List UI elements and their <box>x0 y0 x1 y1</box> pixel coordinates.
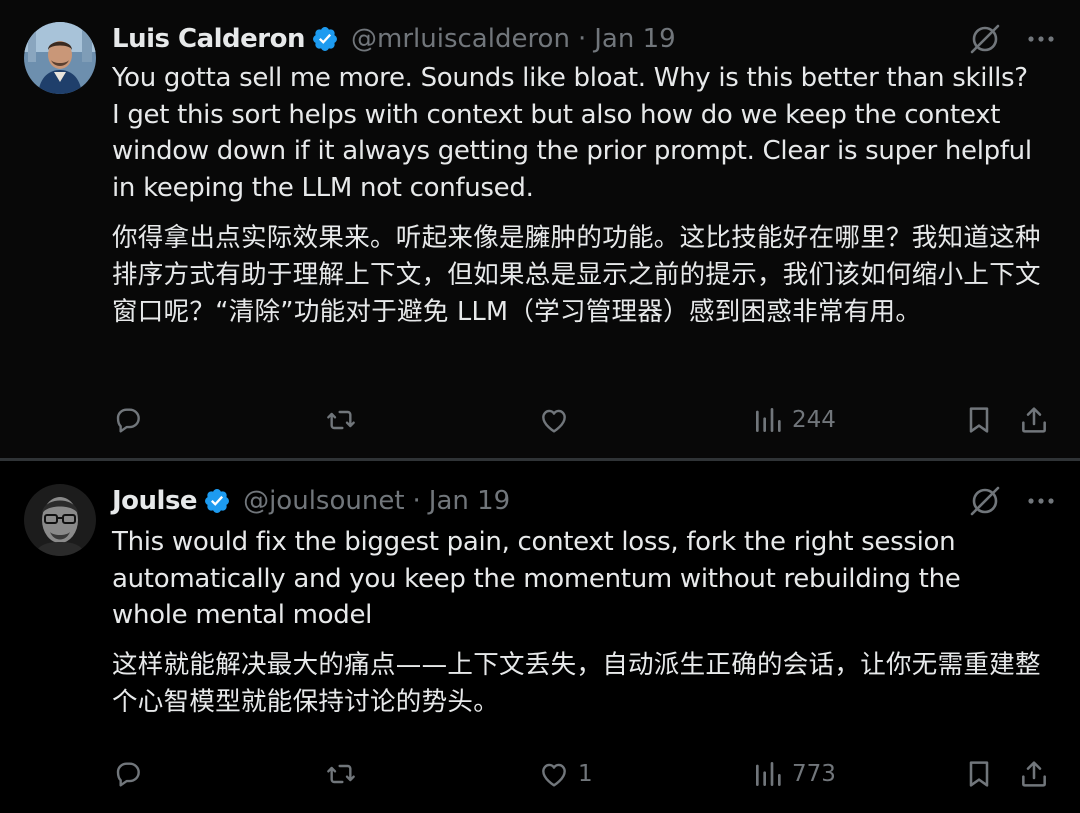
avatar[interactable] <box>24 22 96 94</box>
verified-badge-icon <box>203 487 231 515</box>
views-button[interactable]: 773 <box>752 754 836 794</box>
more-options-icon[interactable] <box>1024 484 1058 518</box>
bookmark-button[interactable] <box>963 754 995 794</box>
separator: · <box>412 486 421 516</box>
author-handle[interactable]: @mrluiscalderon <box>351 24 570 54</box>
bookmark-icon <box>969 407 989 433</box>
tweet-date[interactable]: Jan 19 <box>429 486 510 516</box>
reply-button[interactable] <box>112 754 144 794</box>
heart-icon <box>542 409 566 433</box>
reply-button[interactable] <box>112 400 144 440</box>
avatar[interactable] <box>24 484 96 556</box>
tweet-translation: 你得拿出点实际效果来。听起来像是臃肿的功能。这比技能好在哪里？我知道这种排序方式… <box>112 223 1041 327</box>
tweet-header: Luis Calderon @mrluiscalderon · Jan 19 <box>112 21 1056 57</box>
tweet-header: Joulse @joulsounet · Jan 19 <box>112 483 1056 519</box>
share-icon <box>1022 761 1046 787</box>
reply-icon <box>116 762 140 787</box>
grok-icon[interactable] <box>968 22 1002 56</box>
like-button[interactable]: 1 <box>538 754 593 794</box>
share-button[interactable] <box>1018 754 1050 794</box>
tweet-actions: 1 773 <box>0 754 1080 794</box>
bookmark-button[interactable] <box>963 400 995 440</box>
reply-icon <box>116 408 140 433</box>
repost-icon <box>327 410 355 430</box>
analytics-icon <box>756 408 781 432</box>
bookmark-icon <box>969 761 989 787</box>
grok-icon[interactable] <box>968 484 1002 518</box>
tweet[interactable]: Joulse @joulsounet · Jan 19 This would f… <box>0 461 1080 810</box>
like-button[interactable] <box>538 400 578 440</box>
tweet-text: This would fix the biggest pain, context… <box>112 527 961 630</box>
share-button[interactable] <box>1018 400 1050 440</box>
more-options-icon[interactable] <box>1024 22 1058 56</box>
repost-button[interactable] <box>325 400 357 440</box>
share-icon <box>1022 407 1046 433</box>
separator: · <box>577 24 587 54</box>
repost-icon <box>327 764 355 784</box>
tweet-text: You gotta sell me more. Sounds like bloa… <box>112 63 1032 203</box>
repost-button[interactable] <box>325 754 357 794</box>
tweet-translation: 这样就能解决最大的痛点——上下文丢失，自动派生正确的会话，让你无需重建整个心智模… <box>112 650 1041 717</box>
author-name[interactable]: Joulse <box>112 486 198 516</box>
tweet[interactable]: Luis Calderon @mrluiscalderon · Jan 19 Y… <box>0 0 1080 461</box>
like-count: 1 <box>578 761 593 787</box>
view-count: 773 <box>792 761 836 787</box>
view-count: 244 <box>792 407 836 433</box>
heart-icon <box>542 763 566 787</box>
tweet-actions: 244 <box>0 400 1080 440</box>
author-handle[interactable]: @joulsounet <box>243 486 404 516</box>
verified-badge-icon <box>311 25 339 53</box>
author-name[interactable]: Luis Calderon <box>112 24 306 54</box>
views-button[interactable]: 244 <box>752 400 836 440</box>
analytics-icon <box>756 762 781 786</box>
tweet-date[interactable]: Jan 19 <box>594 24 675 54</box>
